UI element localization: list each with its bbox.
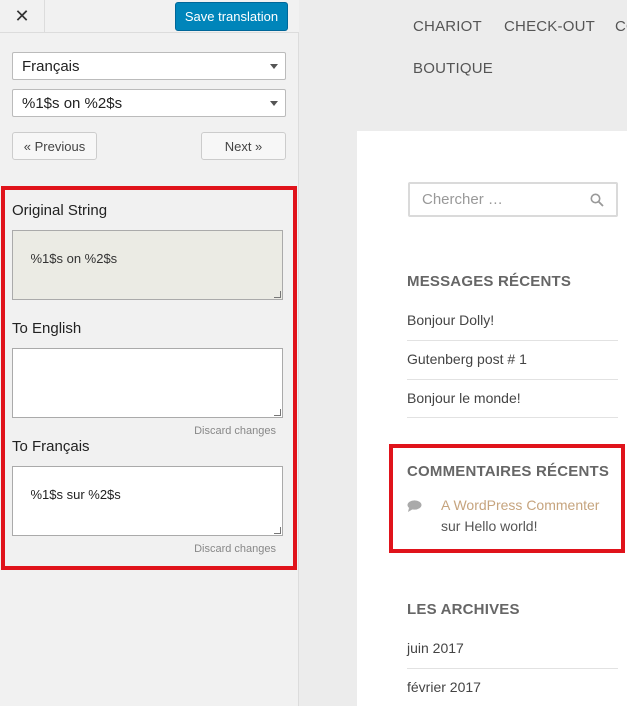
comment-bubble-icon [407,500,422,512]
divider [407,340,618,341]
archive-link[interactable]: juin 2017 [407,640,464,656]
archives-title: LES ARCHIVES [407,601,520,618]
menu-item-co[interactable]: CO [615,18,627,35]
close-icon: ✕ [14,6,30,26]
recent-post-link[interactable]: Bonjour le monde! [407,390,521,406]
language-select-value: Français [22,57,80,75]
close-button[interactable]: ✕ [0,0,45,33]
original-string-label: Original String [12,202,108,219]
recent-post-link[interactable]: Bonjour Dolly! [407,312,494,328]
divider [407,417,618,418]
editor-toolbar: ✕ Save translation [0,0,299,33]
archive-link[interactable]: février 2017 [407,679,481,695]
menu-item-chariot[interactable]: CHARIOT [413,18,482,35]
search-input[interactable]: Chercher … [408,182,618,217]
menu-item-check-out[interactable]: CHECK-OUT [504,18,595,35]
resize-handle-icon[interactable] [274,409,281,416]
translation-panel: ✕ Save translation Français %1$s on %2$s… [0,0,299,706]
to-english-label: To English [12,320,82,337]
save-translation-button[interactable]: Save translation [175,2,288,31]
recent-comments-title: COMMENTAIRES RÉCENTS [407,463,610,480]
language-select[interactable]: Français [12,52,286,80]
resize-handle-icon[interactable] [274,527,281,534]
chevron-down-icon [270,64,278,69]
string-select-value: %1$s on %2$s [22,94,123,112]
french-translation-value: %1$s sur %2$s [30,487,121,502]
original-string-value: %1$s on %2$s [30,251,118,266]
recent-posts-title: MESSAGES RÉCENTS [407,273,572,290]
previous-button[interactable]: « Previous [12,132,97,160]
next-button[interactable]: Next » [201,132,286,160]
french-translation-field[interactable]: %1$s sur %2$s [12,466,283,536]
discard-changes-link-french[interactable]: Discard changes [194,543,276,555]
comment-post-link[interactable]: sur Hello world! [441,518,537,534]
menu-item-boutique[interactable]: BOUTIQUE [413,60,493,77]
original-string-field: %1$s on %2$s [12,230,283,300]
sidebar-content [357,131,627,706]
english-translation-field[interactable] [12,348,283,418]
resize-handle-icon [274,291,281,298]
to-french-label: To Français [12,438,90,455]
search-icon[interactable] [590,193,604,207]
divider [407,668,618,669]
comment-author-link[interactable]: A WordPress Commenter [441,497,599,513]
string-select[interactable]: %1$s on %2$s [12,89,286,117]
search-placeholder: Chercher … [422,191,503,208]
chevron-down-icon [270,101,278,106]
divider [407,379,618,380]
discard-changes-link-english[interactable]: Discard changes [194,425,276,437]
recent-post-link[interactable]: Gutenberg post # 1 [407,351,527,367]
